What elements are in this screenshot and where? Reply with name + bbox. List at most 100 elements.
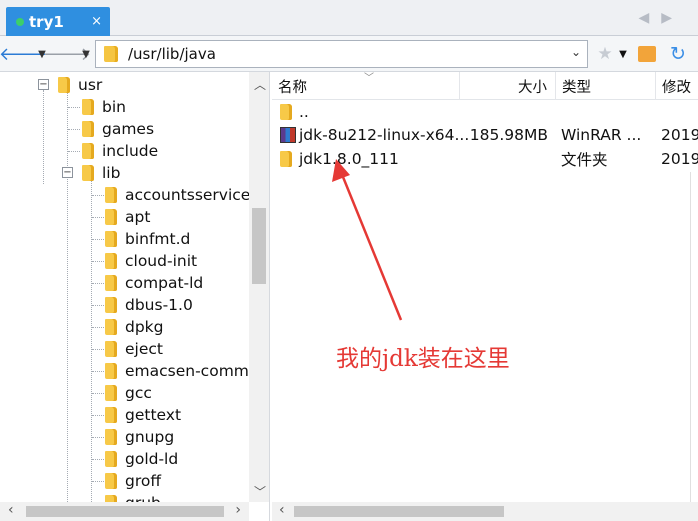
tree-item-dbus-1-0[interactable]: dbus-1.0: [105, 294, 193, 316]
tree-item-cloud-init[interactable]: cloud-init: [105, 250, 197, 272]
address-path: /usr/lib/java: [128, 45, 216, 63]
tree-vertical-scrollbar[interactable]: ︿ ﹀: [249, 72, 269, 502]
tree-item-label: compat-ld: [125, 274, 204, 292]
folder-icon: [105, 451, 117, 467]
tree-item-label: include: [102, 142, 159, 160]
tree-item-gnupg[interactable]: gnupg: [105, 426, 174, 448]
column-header-name[interactable]: 名称: [272, 72, 460, 100]
column-header-type[interactable]: 类型: [556, 72, 656, 100]
tab-bar: try1 × ◀▶: [0, 0, 698, 37]
folder-icon: [105, 231, 117, 247]
forward-arrow-icon[interactable]: 🡒: [43, 42, 91, 66]
tree-branch-line: [92, 195, 104, 196]
list-horizontal-scrollbar[interactable]: ‹: [272, 502, 698, 521]
tree-item-label: gettext: [125, 406, 182, 424]
scroll-right-icon[interactable]: ›: [235, 502, 241, 518]
scroll-up-icon[interactable]: ︿: [254, 76, 266, 93]
tree-item-label: gold-ld: [125, 450, 179, 468]
tree-branch-line: [92, 371, 104, 372]
tree-item-compat-ld[interactable]: compat-ld: [105, 272, 203, 294]
folder-icon: [105, 385, 117, 401]
scroll-down-icon[interactable]: ﹀: [254, 483, 266, 500]
tree-item-bin[interactable]: bin: [82, 96, 126, 118]
tree-item-include[interactable]: include: [82, 140, 158, 162]
tab-scroll-arrows-icon[interactable]: ◀▶: [638, 10, 684, 26]
toolbar: 🡐 ▼ 🡒 ▼ /usr/lib/java ⌄ ★ ▼ ↻: [0, 36, 698, 72]
tree-item-label: gnupg: [125, 428, 175, 446]
scroll-left-icon[interactable]: ‹: [279, 502, 285, 518]
scrollbar-thumb[interactable]: [294, 506, 504, 517]
file-type: 文件夹: [561, 151, 608, 169]
tree-branch-line: [92, 437, 104, 438]
tree-item-label: cloud-init: [125, 252, 198, 270]
folder-icon: [280, 104, 292, 120]
tree-item-label: bin: [102, 98, 126, 116]
tree-item-apt[interactable]: apt: [105, 206, 150, 228]
tree-item-label: games: [102, 120, 155, 138]
tree-item-label: eject: [125, 340, 163, 358]
back-arrow-icon[interactable]: 🡐: [0, 42, 47, 66]
tree-item-emacsen-common[interactable]: emacsen-common: [105, 360, 268, 382]
collapse-toggle-icon[interactable]: −: [38, 79, 49, 90]
home-icon[interactable]: [636, 42, 658, 66]
chevron-down-icon[interactable]: ⌄: [571, 45, 581, 59]
tree-item-gcc[interactable]: gcc: [105, 382, 152, 404]
scroll-left-icon[interactable]: ‹: [8, 502, 14, 518]
tab-title: try1: [29, 13, 64, 31]
tree-item-gold-ld[interactable]: gold-ld: [105, 448, 178, 470]
tree-branch-line: [92, 283, 104, 284]
folder-icon: [105, 275, 117, 291]
folder-icon: [82, 121, 94, 137]
tree-item-gettext[interactable]: gettext: [105, 404, 181, 426]
tree-branch-line: [92, 415, 104, 416]
scrollbar-thumb[interactable]: [252, 208, 266, 284]
tree-branch-line: [92, 481, 104, 482]
collapse-toggle-icon[interactable]: −: [62, 167, 73, 178]
tree-horizontal-scrollbar[interactable]: ‹ ›: [0, 502, 249, 521]
tree-branch-line: [92, 239, 104, 240]
tab-close-icon[interactable]: ×: [91, 14, 102, 29]
file-size: 185.98MB: [469, 126, 548, 144]
tree-item-groff[interactable]: groff: [105, 470, 161, 492]
tab-try1[interactable]: try1 ×: [6, 7, 110, 37]
folder-icon: [105, 209, 117, 225]
bookmark-dropdown-icon[interactable]: ▼: [618, 42, 628, 66]
tree-branch-line: [92, 459, 104, 460]
folder-icon: [105, 407, 117, 423]
file-name: ..: [299, 103, 309, 121]
directory-tree: − usr bin games include − lib accountsse…: [0, 72, 270, 521]
address-bar[interactable]: /usr/lib/java ⌄: [95, 40, 588, 68]
folder-icon: [105, 319, 117, 335]
folder-icon: [105, 341, 117, 357]
tree-item-accountsservice[interactable]: accountsservice: [105, 184, 250, 206]
tree-item-lib[interactable]: lib: [82, 162, 120, 184]
column-header-size[interactable]: 大小: [460, 72, 556, 100]
tree-item-dpkg[interactable]: dpkg: [105, 316, 164, 338]
tree-branch-line: [92, 349, 104, 350]
column-header-modified[interactable]: 修改: [656, 72, 698, 100]
tree-branch-line: [92, 393, 104, 394]
folder-icon: [105, 187, 117, 203]
file-row-parent[interactable]: ..: [272, 100, 698, 124]
tree-item-label: usr: [78, 76, 103, 94]
file-name: jdk-8u212-linux-x64...: [299, 126, 470, 144]
tree-item-usr[interactable]: usr: [58, 74, 102, 96]
tree-item-games[interactable]: games: [82, 118, 154, 140]
folder-icon: [105, 363, 117, 379]
folder-icon: [82, 99, 94, 115]
tree-item-binfmt-d[interactable]: binfmt.d: [105, 228, 190, 250]
file-row-jdk-archive[interactable]: jdk-8u212-linux-x64... 185.98MB WinRAR .…: [272, 123, 698, 147]
tree-item-label: apt: [125, 208, 151, 226]
forward-dropdown-icon[interactable]: ▼: [80, 42, 92, 66]
scrollbar-thumb[interactable]: [26, 506, 224, 517]
connected-status-icon: [16, 18, 24, 26]
tree-item-eject[interactable]: eject: [105, 338, 163, 360]
tree-guide-line: [91, 178, 92, 502]
file-row-jdk-folder[interactable]: jdk1.8.0_111 文件夹 2019: [272, 147, 698, 171]
refresh-icon[interactable]: ↻: [666, 42, 690, 66]
bookmark-star-icon[interactable]: ★: [594, 42, 616, 66]
file-type: WinRAR ...: [561, 126, 642, 144]
tree-guide-line: [43, 90, 44, 184]
tree-item-label: dpkg: [125, 318, 164, 336]
tree-branch-line: [68, 151, 80, 152]
